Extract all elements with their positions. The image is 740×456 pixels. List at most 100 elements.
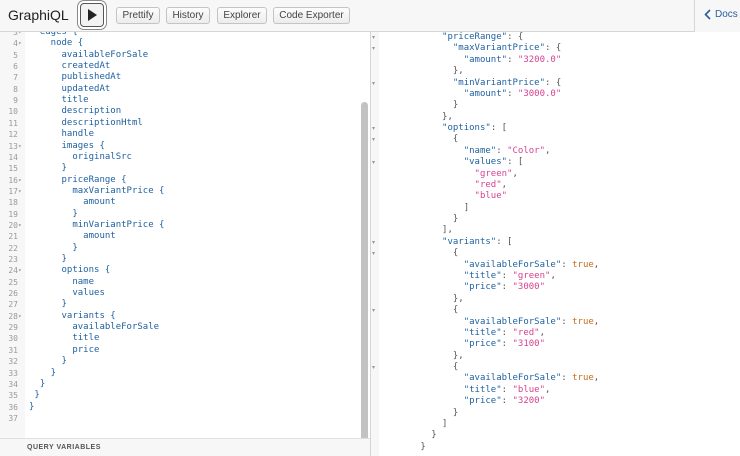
json-key: "availableForSale"	[463, 316, 562, 327]
code-text: node {	[29, 38, 84, 49]
code-text: }	[29, 299, 67, 310]
json-string: "3100"	[512, 339, 546, 350]
fold-toggle-icon[interactable]: ▾	[18, 175, 22, 186]
json-string: "3000"	[512, 282, 546, 293]
result-line: "title": "red",	[464, 328, 545, 339]
fold-toggle-icon[interactable]: ▾	[372, 364, 375, 371]
result-line: "availableForSale": true,	[464, 317, 600, 328]
fold-toggle-icon[interactable]: ▾	[372, 45, 375, 52]
code-line: 32 }	[0, 356, 360, 367]
result-line: "amount": "3000.0"	[464, 89, 562, 100]
fold-toggle-icon[interactable]: ▾	[372, 34, 375, 41]
json-punctuation: ],	[442, 225, 453, 236]
docs-pane-edge	[694, 32, 740, 456]
explorer-button[interactable]: Explorer	[217, 7, 267, 24]
code-exporter-button[interactable]: Code Exporter	[273, 7, 350, 24]
code-text: updatedAt	[29, 83, 111, 94]
fold-toggle-icon[interactable]: ▾	[372, 307, 375, 314]
code-text: }	[29, 367, 57, 378]
line-number: 26	[8, 289, 18, 299]
json-punctuation: : {	[507, 32, 524, 42]
code-line: 9 title	[0, 95, 360, 106]
code-line: 12 handle	[0, 129, 360, 140]
prettify-button[interactable]: Prettify	[116, 7, 160, 24]
history-button[interactable]: History	[166, 7, 210, 24]
code-line: 14 originalSrc	[0, 152, 360, 163]
code-text: title	[29, 95, 89, 106]
json-punctuation: },	[452, 293, 464, 304]
json-punctuation: }	[431, 430, 437, 441]
code-text: availableForSale	[29, 322, 160, 333]
line-number: 23	[8, 255, 18, 264]
line-number: 30	[8, 334, 18, 344]
code-line: 26 values	[0, 288, 360, 299]
chevron-left-icon	[704, 9, 711, 20]
json-string: "red"	[474, 179, 502, 190]
result-line: {	[453, 305, 458, 316]
query-editor[interactable]: 3 ▾ edges {4 ▾ node {5 availableForSale 6 c…	[0, 32, 370, 438]
fold-toggle-icon[interactable]: ▾	[18, 141, 22, 152]
json-punctuation: ,	[501, 179, 508, 190]
docs-label: Docs	[715, 9, 738, 20]
fold-toggle-icon[interactable]: ▾	[18, 32, 22, 38]
fold-toggle-icon[interactable]: ▾	[372, 80, 375, 87]
code-text: }	[29, 254, 67, 264]
result-line: "availableForSale": true,	[464, 373, 600, 384]
line-number: 22	[8, 243, 18, 253]
code-line: 10 description	[0, 106, 360, 117]
code-text: }	[29, 163, 67, 174]
fold-toggle-icon[interactable]: ▾	[372, 250, 375, 257]
code-line: 29 availableForSale	[0, 322, 360, 333]
editor-scrollbar[interactable]	[361, 102, 368, 438]
json-punctuation: },	[452, 350, 464, 361]
json-punctuation: :	[501, 339, 513, 350]
fold-toggle-icon[interactable]: ▾	[372, 136, 375, 143]
json-punctuation: :	[561, 259, 573, 270]
code-text: price	[29, 344, 100, 355]
fold-toggle-icon[interactable]: ▾	[18, 265, 22, 276]
line-number: 33	[8, 368, 18, 378]
docs-button[interactable]: Docs	[694, 0, 740, 32]
run-query-button[interactable]	[80, 3, 104, 27]
code-text: edges {	[29, 32, 78, 37]
result-line: "priceRange": {	[442, 32, 523, 43]
fold-toggle-icon[interactable]: ▾	[372, 239, 375, 246]
json-key: "availableForSale"	[463, 259, 562, 270]
line-number: 24	[8, 266, 18, 276]
json-punctuation: },	[452, 66, 464, 77]
json-punctuation: :	[561, 373, 573, 384]
json-key: "options"	[442, 123, 491, 134]
result-line: "availableForSale": true,	[464, 260, 600, 271]
json-string: "green"	[474, 168, 513, 179]
result-line: }	[453, 408, 458, 419]
result-line: ]	[464, 203, 469, 214]
result-line: {	[453, 134, 458, 145]
code-line: 21 amount	[0, 231, 360, 242]
fold-toggle-icon[interactable]: ▾	[372, 125, 375, 132]
json-punctuation: ]	[442, 418, 448, 429]
line-number: 19	[8, 209, 18, 219]
code-line: 13 ▾ images {	[0, 141, 360, 152]
line-number: 37	[8, 413, 18, 423]
code-line: 34 }	[0, 379, 360, 390]
code-text: images {	[29, 140, 105, 151]
result-line: "title": "green",	[464, 271, 556, 282]
code-line: 35 }	[0, 390, 360, 401]
query-variables-bar[interactable]: QUERY VARIABLES	[0, 438, 370, 456]
json-punctuation: :	[501, 282, 513, 293]
fold-toggle-icon[interactable]: ▾	[18, 38, 22, 49]
fold-toggle-icon[interactable]: ▾	[18, 186, 22, 197]
fold-toggle-icon[interactable]: ▾	[18, 220, 22, 231]
fold-toggle-icon[interactable]: ▾	[18, 311, 22, 322]
code-text: }	[29, 242, 78, 253]
fold-toggle-icon[interactable]: ▾	[372, 159, 375, 166]
code-line: 17 ▾ maxVariantPrice {	[0, 186, 360, 197]
code-line: 31 price	[0, 345, 360, 356]
json-punctuation: ,	[512, 168, 518, 179]
line-number: 17	[8, 186, 18, 196]
json-key: "values"	[463, 157, 508, 168]
json-punctuation: ,	[593, 259, 600, 270]
code-line: 5 availableForSale	[0, 50, 360, 61]
line-number: 16	[8, 175, 18, 185]
code-line: 24 ▾ options {	[0, 265, 360, 276]
